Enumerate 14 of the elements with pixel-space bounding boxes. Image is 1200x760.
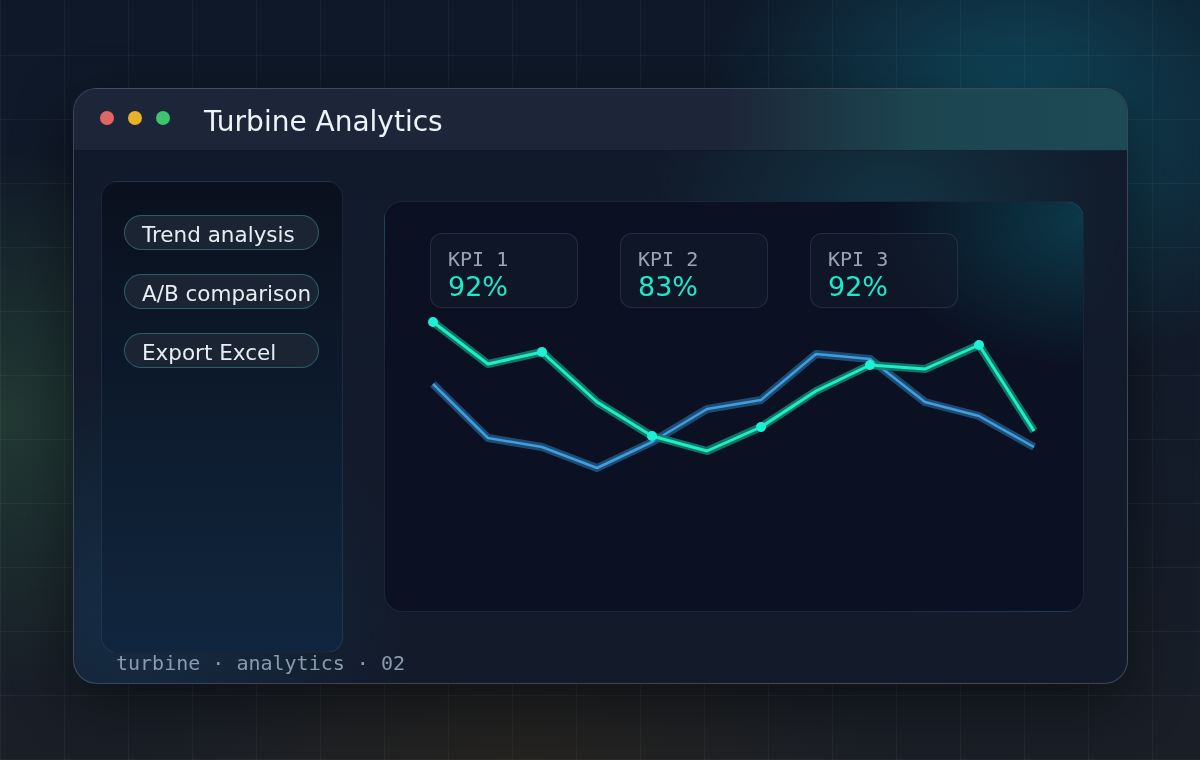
kpi-label: KPI 2	[638, 247, 699, 271]
footer-caption: turbine · analytics · 02	[116, 652, 405, 674]
kpi-label: KPI 1	[448, 247, 509, 271]
kpi-label: KPI 3	[828, 247, 889, 271]
window-control-icon[interactable]	[100, 110, 114, 125]
sidebar-item[interactable]: A/B comparison	[124, 274, 319, 309]
window-control-icon[interactable]	[156, 110, 170, 125]
kpi-value: 92%	[828, 271, 888, 303]
kpi-value: 83%	[638, 271, 698, 303]
sidebar-item[interactable]: Export Excel	[124, 333, 319, 368]
kpi-value: 92%	[448, 271, 508, 303]
window-control-icon[interactable]	[128, 110, 142, 125]
window-title: Turbine Analytics	[204, 105, 443, 138]
sidebar-item[interactable]: Trend analysis	[124, 215, 319, 250]
